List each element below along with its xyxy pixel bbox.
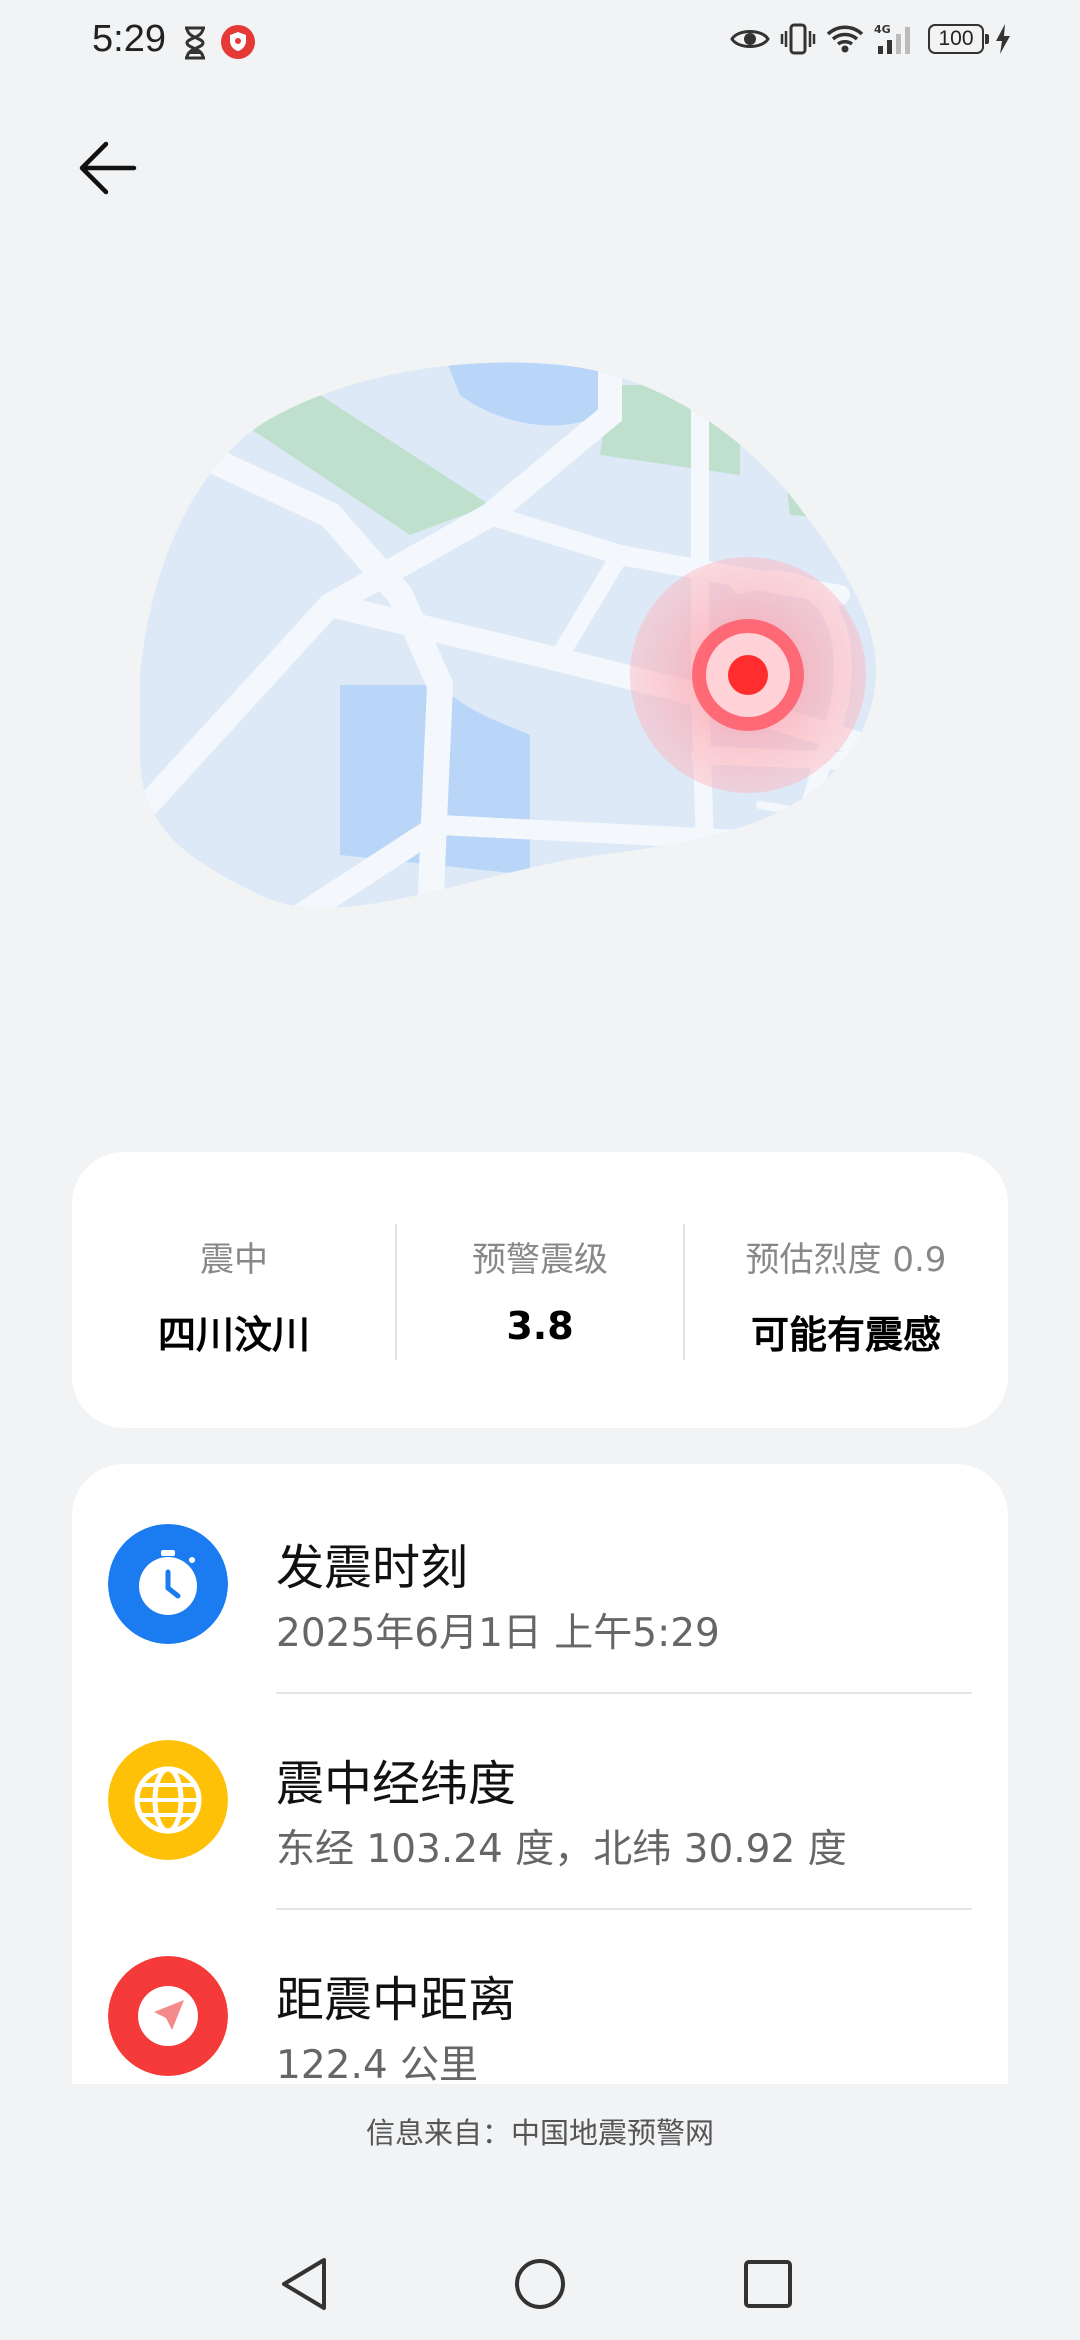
navigation-arrow-icon <box>108 1956 228 2076</box>
battery-icon: 100 <box>928 24 989 54</box>
magnitude-value: 3.8 <box>506 1304 574 1348</box>
wifi-icon <box>826 25 864 53</box>
magnitude-label: 预警震级 <box>472 1240 608 1280</box>
status-icons: 4G 100 <box>730 22 1012 56</box>
triangle-back-icon <box>282 2258 326 2310</box>
vibrate-icon <box>780 23 816 55</box>
coordinates-value: 东经 103.24 度，北纬 30.92 度 <box>276 1827 847 1872</box>
back-arrow-icon <box>79 141 137 195</box>
data-source-text: 信息来自：中国地震预警网 <box>365 2116 714 2150</box>
map-illustration <box>140 362 876 908</box>
nav-recents-button[interactable] <box>732 2248 804 2320</box>
distance-row: 距震中距离 122.4 公里 <box>72 1896 1008 2084</box>
details-card: 发震时刻 2025年6月1日 上午5:29 震中经纬度 东经 103.24 度，… <box>72 1464 1008 2084</box>
navigation-bar <box>0 2230 1080 2340</box>
hourglass-icon <box>185 26 205 60</box>
intensity-label: 预估烈度 0.9 <box>745 1240 947 1280</box>
globe-icon <box>108 1740 228 1860</box>
summary-card: 震中 四川汶川 预警震级 3.8 预估烈度 0.9 可能有震感 <box>72 1152 1008 1428</box>
shield-icon <box>221 25 255 59</box>
circle-home-icon <box>515 2259 565 2309</box>
coordinates-row: 震中经纬度 东经 103.24 度，北纬 30.92 度 <box>72 1680 1008 1896</box>
quake-time-row: 发震时刻 2025年6月1日 上午5:29 <box>72 1464 1008 1680</box>
back-button[interactable] <box>70 130 146 206</box>
epicenter-label: 震中 <box>200 1240 268 1280</box>
distance-value: 122.4 公里 <box>276 2043 479 2084</box>
epicenter-marker-icon <box>630 557 866 793</box>
magnitude-info: 预警震级 3.8 <box>396 1152 684 1428</box>
signal-4g-icon: 4G <box>874 23 910 54</box>
svg-text:4G: 4G <box>874 23 891 36</box>
epicenter-value: 四川汶川 <box>157 1313 310 1357</box>
quake-time-value: 2025年6月1日 上午5:29 <box>276 1611 720 1656</box>
charging-icon <box>996 24 1010 54</box>
status-time: 5:29 <box>92 18 166 60</box>
eye-icon <box>730 30 770 48</box>
quake-time-title: 发震时刻 <box>276 1540 469 1596</box>
intensity-value: 可能有震感 <box>750 1313 941 1357</box>
epicenter-info: 震中 四川汶川 <box>72 1152 396 1428</box>
distance-title: 距震中距离 <box>276 1972 517 2028</box>
clock-icon <box>108 1524 228 1644</box>
coordinates-title: 震中经纬度 <box>276 1756 517 1812</box>
square-recents-icon <box>744 2260 792 2308</box>
nav-back-button[interactable] <box>270 2248 342 2320</box>
status-bar: 5:29 4G 100 <box>0 0 1080 86</box>
nav-home-button[interactable] <box>504 2248 576 2320</box>
intensity-info: 预估烈度 0.9 可能有震感 <box>684 1152 1008 1428</box>
